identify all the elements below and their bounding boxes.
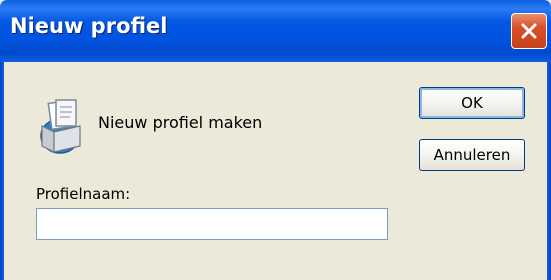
ok-button[interactable]: OK: [419, 87, 525, 119]
dialog-message: Nieuw profiel maken: [98, 113, 263, 132]
window-frame-right: [547, 62, 551, 280]
profile-name-label: Profielnaam:: [36, 185, 131, 203]
title-bar[interactable]: Nieuw profiel: [0, 0, 551, 62]
mail-profile-icon: [40, 99, 81, 154]
window-frame-left: [0, 62, 4, 280]
window-title: Nieuw profiel: [10, 14, 168, 38]
close-icon: [521, 23, 537, 39]
cancel-button[interactable]: Annuleren: [419, 139, 525, 171]
profile-name-input[interactable]: [36, 208, 388, 240]
close-button[interactable]: [511, 13, 547, 49]
